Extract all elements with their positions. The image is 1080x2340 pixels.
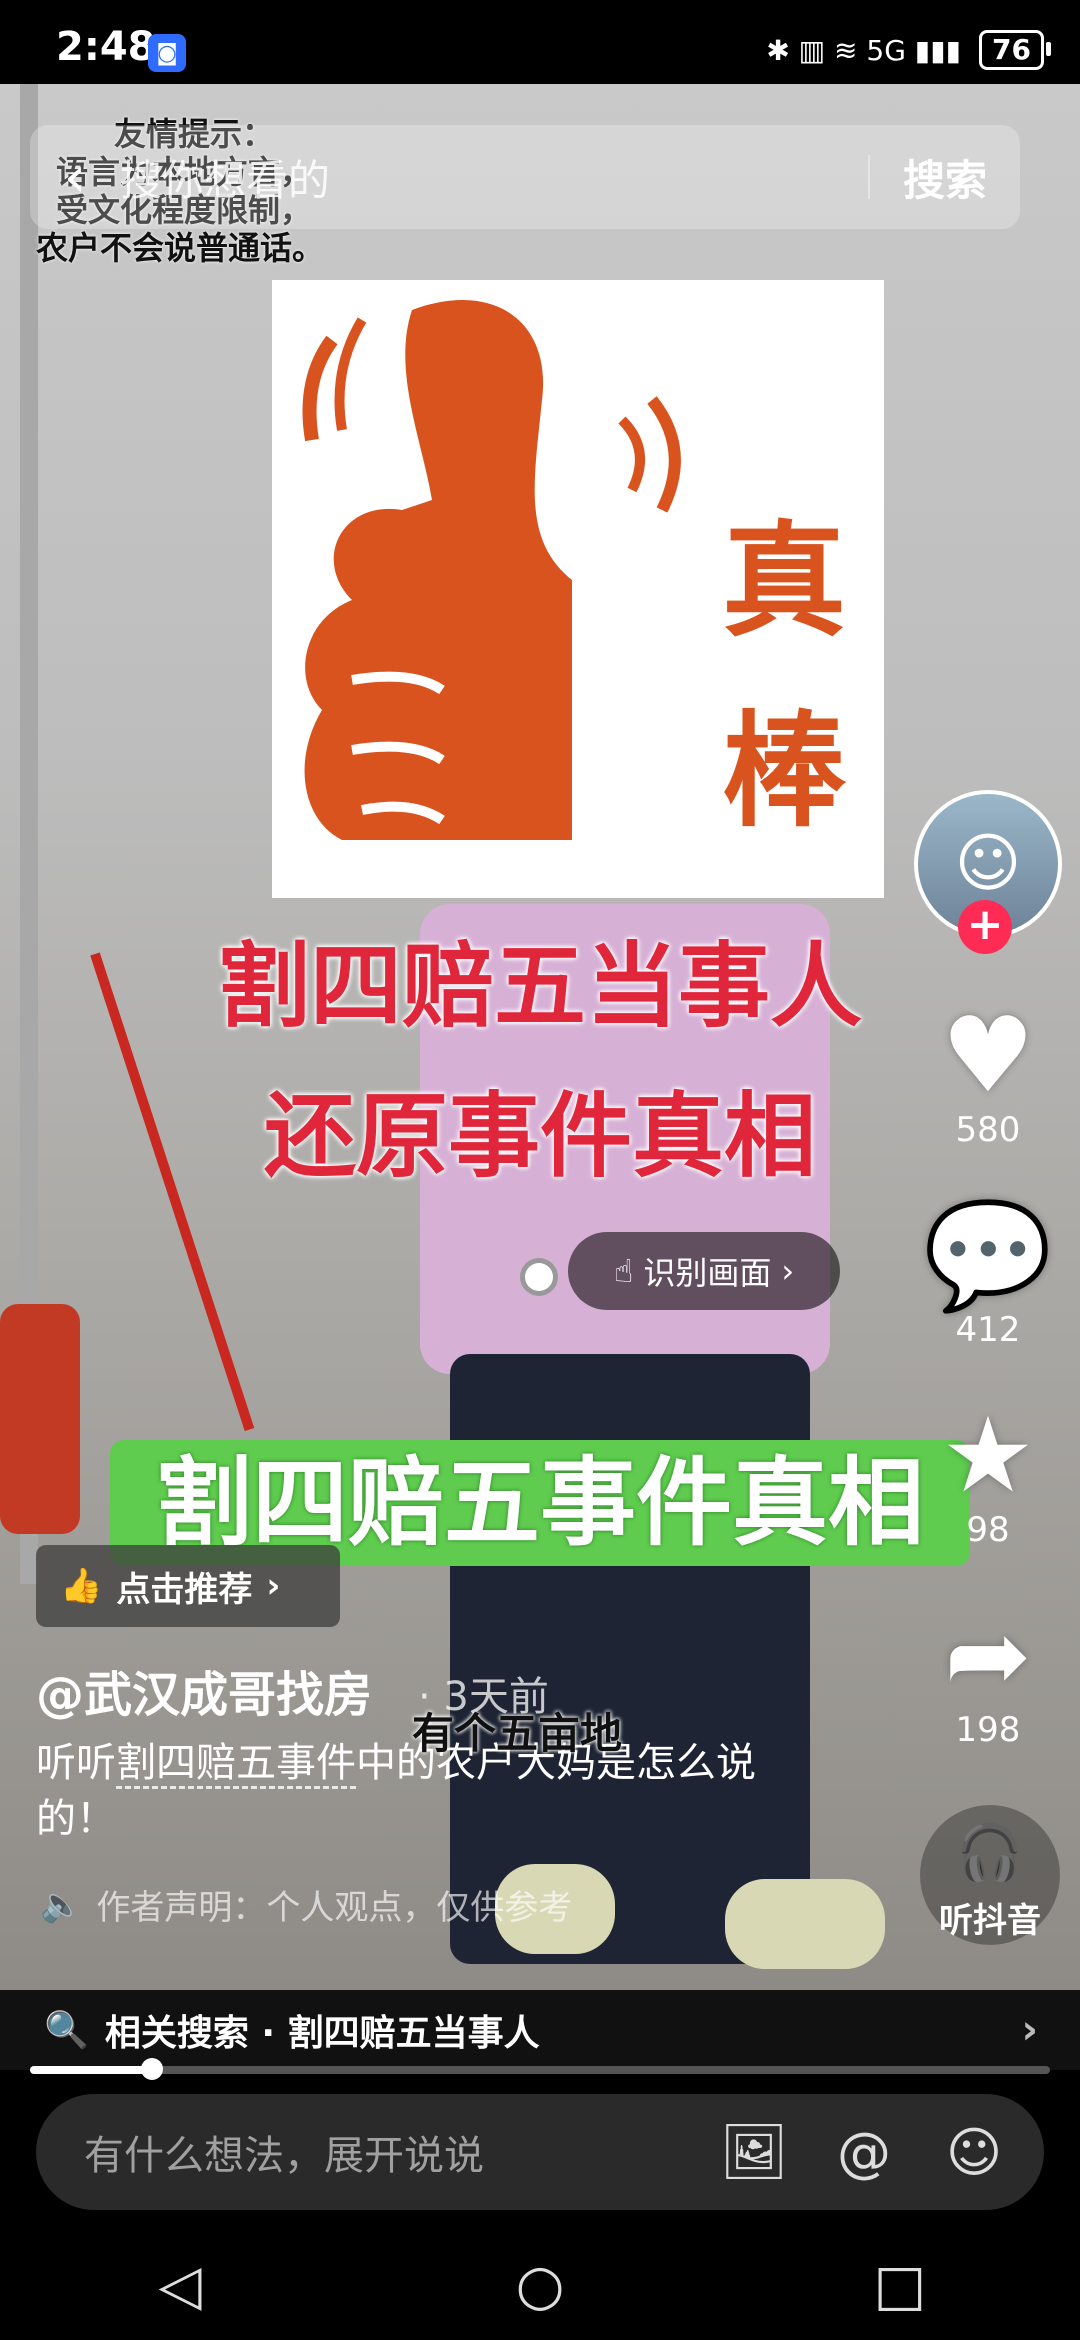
share-button[interactable]: ➦ 198	[908, 1600, 1068, 1750]
author-name[interactable]: @武汉成哥找房	[36, 1655, 372, 1725]
nav-back-icon[interactable]: ◁	[120, 2253, 240, 2318]
speaker-icon: 🔈	[40, 1884, 83, 1925]
headphones-icon: 🎧	[956, 1821, 1024, 1884]
hand-tap-icon: ☝	[613, 1252, 634, 1290]
image-icon[interactable]: 🖼	[714, 2120, 794, 2184]
heart-icon: ♥	[941, 994, 1035, 1116]
system-nav-bar: ◁ ○ □	[0, 2230, 1080, 2340]
listen-label: 听抖音	[939, 1901, 1041, 1941]
comment-input-bar[interactable]: 有什么想法，展开说说 🖼 @ ☺	[36, 2094, 1044, 2210]
progress-fill	[30, 2066, 153, 2074]
recognize-indicator	[520, 1258, 558, 1296]
desc-text: 听听	[36, 1740, 116, 1786]
favorite-count: 98	[966, 1510, 1010, 1550]
recommend-label: 点击推荐	[116, 1569, 253, 1610]
video-progress-bar[interactable]	[30, 2058, 1050, 2080]
status-time: 2:48	[56, 24, 156, 70]
like-count: 580	[955, 1110, 1021, 1150]
author-declaration: 🔈 作者声明：个人观点，仅供参考	[40, 1880, 572, 1929]
related-search-bar[interactable]: 🔍 相关搜索 · 割四赔五当事人 ›	[0, 1990, 1080, 2070]
emoji-icon[interactable]: ☺	[934, 2121, 1014, 2184]
search-bar[interactable]: ‹ 搜你想看的 搜索	[30, 125, 1020, 229]
app-notification-icon: ◙	[148, 34, 186, 72]
comment-button[interactable]: 💬 412	[908, 1200, 1068, 1350]
thumbs-up-icon: 👍	[60, 1566, 103, 1606]
recognize-screen-button[interactable]: ☝ 识别画面 ›	[568, 1232, 840, 1310]
related-search-label: 相关搜索 · 割四赔五当事人	[104, 2013, 540, 2054]
like-button[interactable]: ♥ 580	[908, 1000, 1068, 1150]
chevron-right-icon: ›	[781, 1252, 795, 1290]
nav-home-icon[interactable]: ○	[480, 2253, 600, 2318]
sticker-char: 真	[722, 509, 847, 654]
search-icon: 🔍	[44, 2010, 89, 2051]
chevron-right-icon: ›	[266, 1566, 281, 1606]
status-bar: 2:48 ◙ ✱ ▥ ≋ 5G ▮▮▮ 76	[0, 0, 1080, 84]
status-icons: ✱ ▥ ≋ 5G ▮▮▮ 76	[766, 30, 1051, 70]
comment-count: 412	[955, 1310, 1021, 1350]
share-icon: ➦	[944, 1594, 1032, 1716]
favorite-button[interactable]: ★ 98	[908, 1400, 1068, 1550]
recommend-button[interactable]: 👍 点击推荐 ›	[36, 1545, 340, 1627]
background-canister	[0, 1304, 80, 1534]
person-slipper	[725, 1879, 885, 1969]
signal-icons: ✱ ▥ ≋ 5G ▮▮▮	[766, 33, 962, 67]
declaration-text: 作者声明：个人观点，仅供参考	[96, 1888, 573, 1928]
follow-button[interactable]: +	[958, 900, 1012, 954]
search-input[interactable]: 搜你想看的	[120, 147, 868, 208]
video-subtitle: 有个五亩地	[412, 1709, 623, 1758]
avatar-face-icon: ☺	[954, 827, 1022, 901]
notice-line: 农户不会说普通话。	[36, 229, 325, 267]
comment-input[interactable]: 有什么想法，展开说说	[84, 2123, 714, 2181]
thumbs-up-sticker: 真 棒	[272, 280, 884, 898]
recognize-label: 识别画面	[643, 1254, 772, 1292]
chevron-right-icon: ›	[1021, 2007, 1038, 2053]
sticker-char: 棒	[722, 699, 847, 844]
progress-handle[interactable]	[141, 2058, 164, 2080]
listen-button[interactable]: 🎧 听抖音	[920, 1805, 1060, 1945]
battery-indicator: 76	[979, 30, 1051, 70]
at-icon[interactable]: @	[824, 2121, 904, 2184]
back-icon[interactable]: ‹	[30, 125, 120, 229]
search-button[interactable]: 搜索	[870, 147, 1020, 208]
comment-icon: 💬	[923, 1194, 1053, 1316]
star-icon: ★	[941, 1394, 1035, 1516]
desc-keyword-link[interactable]: 割四赔五事件	[116, 1740, 356, 1789]
nav-recents-icon[interactable]: □	[840, 2253, 960, 2318]
share-count: 198	[955, 1710, 1021, 1750]
